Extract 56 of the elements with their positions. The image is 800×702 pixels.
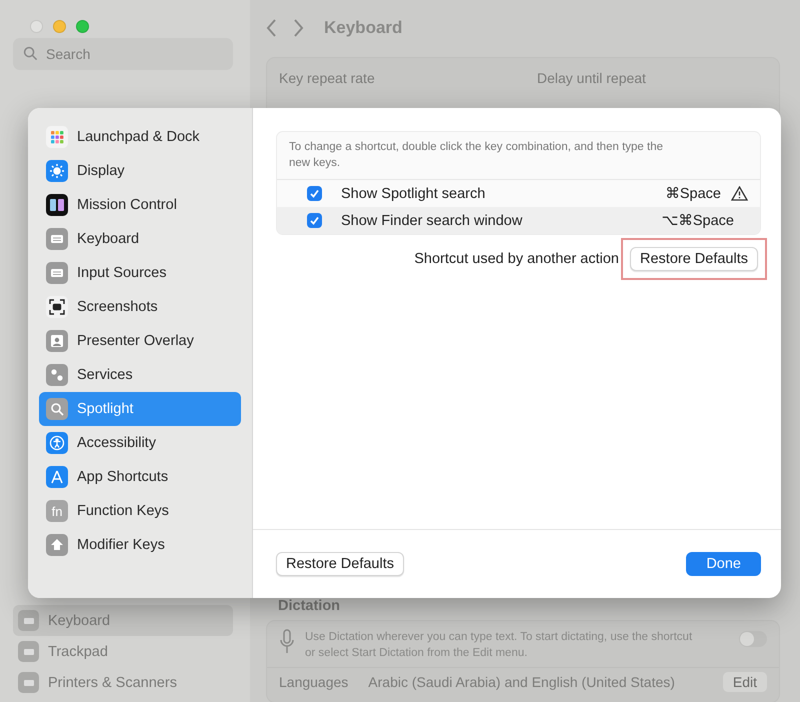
shortcut-label: Show Finder search window: [341, 212, 522, 228]
microphone-icon: [279, 629, 295, 655]
category-item[interactable]: fn Function Keys: [39, 494, 241, 528]
keyboard-icon: [46, 228, 68, 250]
setting-label: Languages: [279, 674, 348, 690]
conflict-message: Shortcut used by another action: [414, 251, 619, 267]
a-shape-icon: [46, 466, 68, 488]
dictation-description: Use Dictation wherever you can type text. To start dictating, use the shortcut or select Start Dictation from the Edit menu.: [305, 630, 694, 661]
sun-icon: [46, 160, 68, 182]
done-button[interactable]: Done: [686, 552, 761, 576]
category-item[interactable]: App Shortcuts: [39, 460, 241, 494]
checkmark-icon: [309, 188, 320, 199]
dictation-toggle[interactable]: [739, 631, 767, 647]
windows-icon: [46, 194, 68, 216]
checkbox[interactable]: [307, 186, 322, 201]
camera-icon: [46, 296, 68, 318]
category-item[interactable]: Services: [39, 358, 241, 392]
forward-button[interactable]: [292, 18, 304, 38]
category-item[interactable]: Display: [39, 154, 241, 188]
shortcut-row[interactable]: Show Finder search window ⌥⌘Space: [277, 207, 760, 234]
page-title: Keyboard: [324, 18, 402, 38]
key-combination[interactable]: ⌘Space: [665, 186, 721, 202]
accessibility-icon: [46, 432, 68, 454]
search-icon: [23, 46, 38, 61]
zoom-button[interactable]: [76, 20, 89, 33]
restore-defaults-button[interactable]: Restore Defaults: [276, 552, 404, 576]
checkbox[interactable]: [307, 213, 322, 228]
category-item[interactable]: Input Sources: [39, 256, 241, 290]
search-field[interactable]: Search: [13, 38, 233, 70]
keyboard-icon: [18, 610, 39, 631]
setting-value: Arabic (Saudi Arabia) and English (United States): [368, 674, 675, 690]
category-item[interactable]: Presenter Overlay: [39, 324, 241, 358]
category-item[interactable]: Keyboard: [39, 222, 241, 256]
arrow-up-icon: [46, 534, 68, 556]
person-icon: [46, 330, 68, 352]
search-icon: [46, 398, 68, 420]
fn-icon: fn: [46, 500, 68, 522]
grid-icon: [46, 126, 68, 148]
category-item[interactable]: Screenshots: [39, 290, 241, 324]
close-button[interactable]: [30, 20, 43, 33]
hint-text: To change a shortcut, double click the key combination, and then type the new keys.: [277, 132, 760, 180]
key-combination[interactable]: ⌥⌘Space: [662, 212, 734, 228]
shortcut-label: Show Spotlight search: [341, 186, 486, 202]
edit-button[interactable]: Edit: [722, 672, 767, 692]
setting-label: Key repeat rate: [279, 70, 376, 88]
category-item[interactable]: Mission Control: [39, 188, 241, 222]
category-item[interactable]: Launchpad & Dock: [39, 120, 241, 154]
section-heading: Dictation: [277, 598, 342, 616]
keyboard-icon: [46, 262, 68, 284]
checkmark-icon: [309, 215, 320, 226]
back-button[interactable]: [266, 18, 278, 38]
minimize-button[interactable]: [53, 20, 66, 33]
category-item[interactable]: Modifier Keys: [39, 528, 241, 562]
category-item[interactable]: Accessibility: [39, 426, 241, 460]
setting-label: Delay until repeat: [537, 70, 646, 88]
restore-defaults-button[interactable]: Restore Defaults: [630, 247, 758, 271]
